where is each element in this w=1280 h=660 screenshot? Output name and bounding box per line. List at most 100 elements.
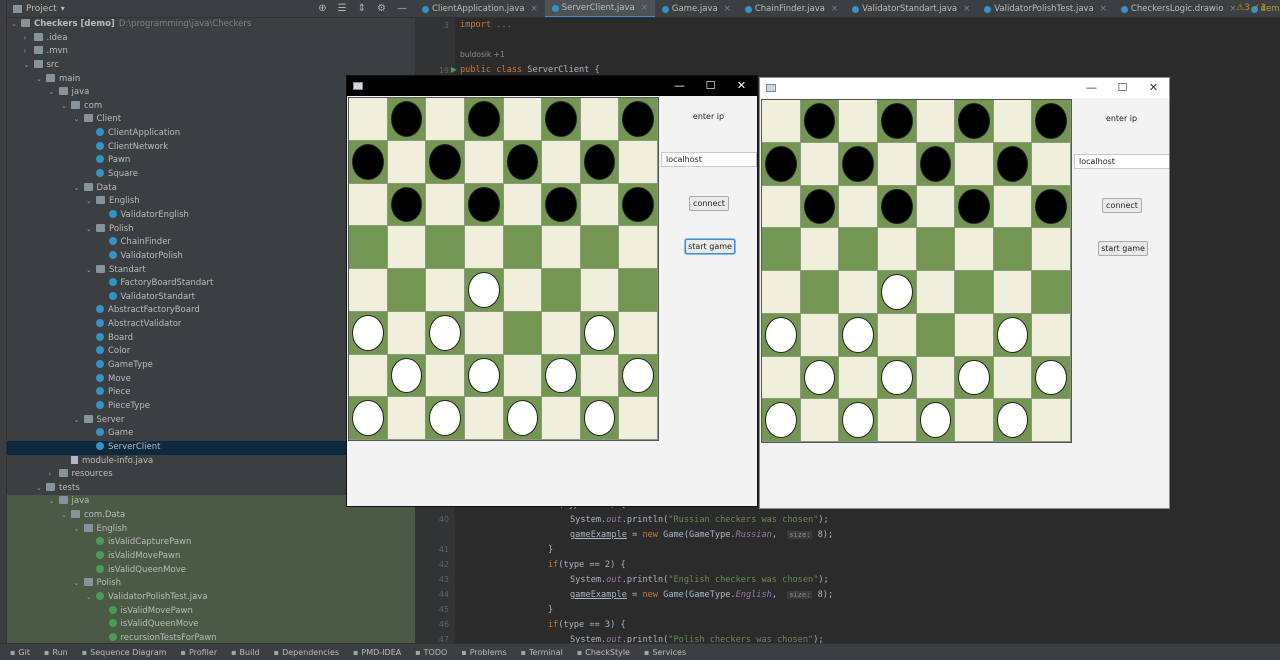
board-square[interactable] (839, 185, 878, 229)
black-piece[interactable] (1035, 103, 1067, 139)
editor-tab[interactable]: Game.java × (655, 0, 738, 17)
board-square[interactable] (464, 183, 504, 227)
board-square[interactable] (993, 356, 1033, 400)
board-square[interactable] (877, 356, 917, 400)
chevron-down-icon[interactable]: ▾ (61, 4, 65, 13)
board-square[interactable] (800, 185, 840, 229)
editor-tab[interactable]: ValidatorPolishTest.java × (977, 0, 1114, 17)
tree-item[interactable]: ⌄ ValidatorPolishTest.java (7, 590, 415, 605)
board-square[interactable] (800, 271, 840, 314)
tree-root[interactable]: ⌄ Checkers [demo] D:\programming\java\Chec… (7, 18, 415, 32)
black-piece[interactable] (765, 145, 797, 182)
white-piece[interactable] (765, 402, 797, 438)
board-square[interactable] (426, 397, 465, 440)
white-piece[interactable] (996, 316, 1029, 353)
chevron-icon[interactable]: ⌄ (86, 591, 96, 605)
board-square[interactable] (349, 397, 388, 440)
white-piece[interactable] (429, 314, 461, 351)
minimize-icon[interactable]: — (664, 76, 695, 96)
board-square[interactable] (762, 399, 801, 442)
board-square[interactable] (877, 313, 917, 357)
board-square[interactable] (426, 140, 465, 184)
board-square[interactable] (426, 269, 465, 312)
board-square[interactable] (542, 183, 581, 227)
board-square[interactable] (542, 226, 581, 269)
chevron-icon[interactable]: ⌄ (74, 113, 84, 127)
chevron-icon[interactable]: ⌄ (86, 195, 96, 209)
white-piece[interactable] (842, 402, 874, 438)
minimize-icon[interactable]: — (1076, 78, 1107, 98)
tool-window-dependencies[interactable]: ▪ Dependencies (274, 648, 339, 657)
board-square[interactable] (800, 356, 840, 400)
board-square[interactable] (993, 100, 1033, 143)
board-square[interactable] (762, 185, 801, 229)
chevron-down-icon[interactable]: ⌄ (11, 18, 21, 32)
chevron-icon[interactable]: › (24, 45, 34, 59)
window-titlebar[interactable]: — ☐ ✕ (760, 78, 1169, 98)
tree-item[interactable]: recursionTestsForPawn (7, 631, 415, 643)
board-square[interactable] (580, 311, 620, 355)
board-square[interactable] (503, 183, 543, 227)
tool-window-terminal[interactable]: ▪ Terminal (521, 648, 563, 657)
board-square[interactable] (762, 100, 801, 143)
white-piece[interactable] (352, 400, 384, 436)
black-piece[interactable] (390, 186, 423, 223)
board-square[interactable] (839, 313, 878, 357)
board-square[interactable] (1032, 356, 1071, 400)
connect-button[interactable]: connect (689, 196, 729, 211)
chevron-icon[interactable]: ⌄ (86, 264, 96, 278)
board-square[interactable] (542, 354, 581, 398)
board-square[interactable] (1032, 399, 1071, 442)
tool-window-services[interactable]: ▪ Services (644, 648, 686, 657)
board-square[interactable] (619, 183, 658, 227)
board-square[interactable] (464, 226, 504, 269)
tool-window-checkstyle[interactable]: ▪ CheckStyle (577, 648, 630, 657)
tree-item[interactable]: isValidMovePawn (7, 549, 415, 564)
code-line[interactable]: gameExample = new Game(GameType.Russian,… (570, 530, 833, 540)
board-square[interactable] (619, 354, 658, 398)
board-square[interactable] (800, 228, 840, 271)
board-square[interactable] (619, 269, 658, 312)
white-piece[interactable] (429, 400, 461, 436)
board-square[interactable] (1032, 185, 1071, 229)
board-square[interactable] (1032, 271, 1071, 314)
chevron-icon[interactable]: ⌄ (24, 59, 34, 73)
collapse-all-icon[interactable]: ☰ (338, 3, 347, 14)
white-piece[interactable] (583, 400, 616, 436)
hide-icon[interactable]: — (397, 3, 407, 14)
chevron-icon[interactable]: ⌄ (74, 523, 84, 537)
black-piece[interactable] (352, 143, 384, 180)
board-square[interactable] (387, 98, 427, 141)
black-piece[interactable] (390, 101, 423, 137)
chevron-icon[interactable]: ⌄ (49, 86, 59, 100)
board-square[interactable] (542, 311, 581, 355)
tree-item[interactable]: ⌄ src (7, 59, 415, 73)
board-square[interactable] (619, 98, 658, 141)
connect-button[interactable]: connect (1102, 198, 1142, 213)
board-square[interactable] (877, 185, 917, 229)
board-square[interactable] (503, 226, 543, 269)
board-square[interactable] (916, 228, 956, 271)
locate-icon[interactable]: ⊕ (318, 3, 326, 14)
import-line[interactable]: import ... (460, 20, 512, 30)
board-square[interactable] (916, 185, 956, 229)
white-piece[interactable] (880, 274, 913, 310)
board-square[interactable] (426, 311, 465, 355)
tool-window-run[interactable]: ▪ Run (44, 648, 68, 657)
board-square[interactable] (800, 399, 840, 442)
board-square[interactable] (503, 269, 543, 312)
board-square[interactable] (464, 397, 504, 440)
chevron-icon[interactable]: ⌄ (74, 577, 84, 591)
tree-item[interactable]: isValidQueenMove (7, 563, 415, 578)
start-game-button[interactable]: start game (685, 239, 735, 254)
white-piece[interactable] (842, 316, 874, 353)
code-line[interactable]: System.out.println("Russian checkers was… (570, 515, 829, 525)
board-square[interactable] (916, 142, 956, 186)
board-square[interactable] (387, 269, 427, 312)
chevron-icon[interactable]: › (49, 468, 59, 482)
board-square[interactable] (993, 142, 1033, 186)
board-square[interactable] (916, 100, 956, 143)
tool-window-sequence-diagram[interactable]: ▪ Sequence Diagram (82, 648, 167, 657)
black-piece[interactable] (545, 101, 577, 137)
chevron-icon[interactable]: ⌄ (74, 182, 84, 196)
